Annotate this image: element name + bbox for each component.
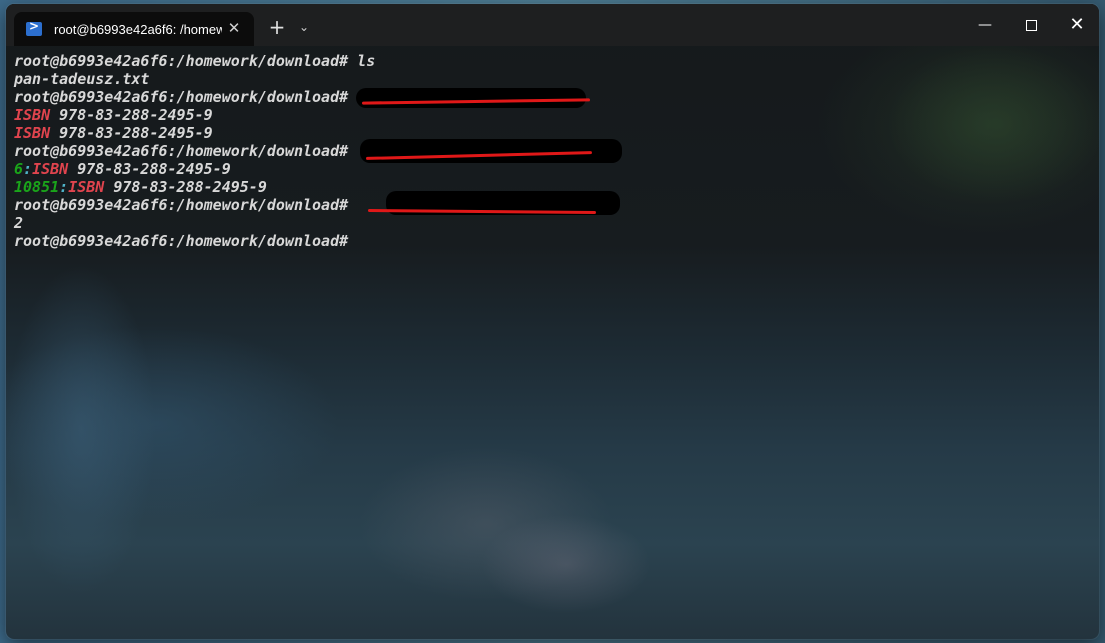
separator: : bbox=[23, 160, 33, 178]
terminal-line: pan-tadeusz.txt bbox=[14, 70, 1084, 88]
output-text: 978-83-288-2495-9 bbox=[104, 178, 267, 196]
output-text: 978-83-288-2495-9 bbox=[50, 106, 213, 124]
output-text: 2 bbox=[14, 214, 24, 232]
match-highlight: ISBN bbox=[14, 106, 51, 124]
terminal-line: root@b6993e42a6f6:/homework/download# bbox=[14, 191, 1084, 215]
match-highlight: ISBN bbox=[32, 160, 69, 178]
terminal-line: 2 bbox=[14, 214, 1084, 232]
prompt: root@b6993e42a6f6:/homework/download# bbox=[14, 232, 349, 250]
line-number: 10851 bbox=[14, 178, 60, 196]
match-highlight: ISBN bbox=[68, 178, 105, 196]
terminal-line: root@b6993e42a6f6:/homework/download# bbox=[14, 232, 1084, 250]
line-number: 6 bbox=[14, 160, 24, 178]
tab-title: root@b6993e42a6f6: /homew bbox=[54, 21, 222, 37]
terminal-line: root@b6993e42a6f6:/homework/download# bbox=[14, 88, 1084, 108]
close-window-button[interactable]: ✕ bbox=[1054, 4, 1099, 46]
prompt: root@b6993e42a6f6:/homework/download# bbox=[14, 88, 349, 106]
match-highlight: ISBN bbox=[14, 124, 51, 142]
title-bar[interactable]: root@b6993e42a6f6: /homew ✕ + ⌄ — ✕ bbox=[6, 4, 1099, 46]
terminal-line: ISBN 978-83-288-2495-9 bbox=[14, 106, 1084, 124]
terminal-line: root@b6993e42a6f6:/homework/download# ls bbox=[14, 52, 1084, 70]
powershell-icon bbox=[26, 19, 42, 36]
maximize-icon bbox=[1025, 20, 1037, 31]
output-text: 978-83-288-2495-9 bbox=[50, 124, 213, 142]
output-text: pan-tadeusz.txt bbox=[14, 70, 150, 88]
prompt: root@b6993e42a6f6:/homework/download# bbox=[14, 142, 349, 160]
chevron-down-icon[interactable]: ⌄ bbox=[294, 16, 314, 38]
output-text: 978-83-288-2495-9 bbox=[68, 160, 231, 178]
new-tab-button[interactable]: + bbox=[266, 16, 288, 38]
close-tab-icon[interactable]: ✕ bbox=[224, 18, 244, 38]
command: ls bbox=[348, 52, 376, 70]
prompt: root@b6993e42a6f6:/homework/download# bbox=[14, 196, 349, 214]
terminal-output[interactable]: root@b6993e42a6f6:/homework/download# ls… bbox=[14, 52, 1084, 632]
tab-terminal[interactable]: root@b6993e42a6f6: /homew ✕ bbox=[14, 12, 254, 46]
terminal-window: root@b6993e42a6f6: /homew ✕ + ⌄ — ✕ root… bbox=[6, 4, 1099, 639]
maximize-button[interactable] bbox=[1008, 4, 1054, 46]
minimize-button[interactable]: — bbox=[962, 4, 1008, 46]
separator: : bbox=[59, 178, 69, 196]
terminal-line: 6:ISBN 978-83-288-2495-9 bbox=[14, 160, 1084, 178]
prompt: root@b6993e42a6f6:/homework/download# bbox=[14, 52, 349, 70]
terminal-line: root@b6993e42a6f6:/homework/download# bbox=[14, 139, 1084, 163]
